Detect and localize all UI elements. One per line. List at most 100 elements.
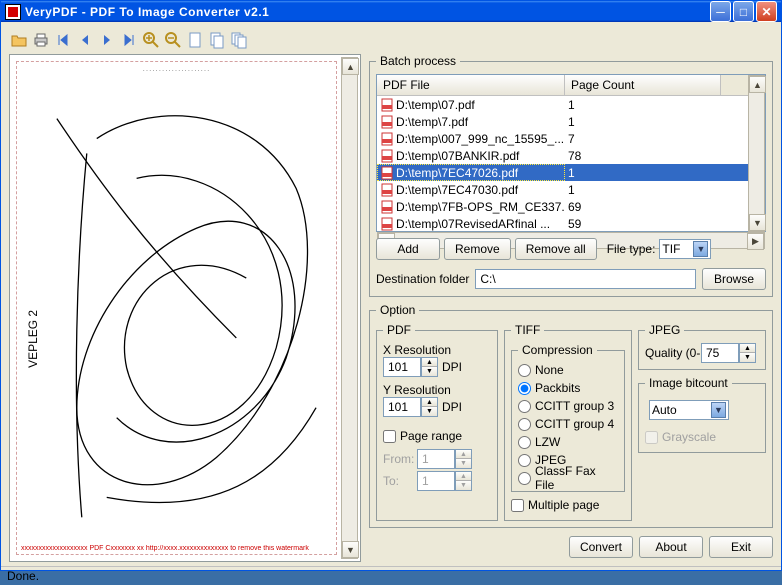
jpeg-fieldset: JPEG Quality (0-100) ▲▼ — [638, 323, 766, 370]
page-range-check[interactable]: Page range — [383, 427, 491, 445]
next-page-icon[interactable] — [97, 30, 117, 50]
main-row: ..................... VEPLEG 2 — [9, 54, 773, 562]
right-pane: Batch process PDF File Page Count D:\tem… — [369, 54, 773, 562]
preview-wrap: ..................... VEPLEG 2 — [9, 54, 361, 562]
compression-legend: Compression — [518, 343, 597, 357]
last-page-icon[interactable] — [119, 30, 139, 50]
scroll-down-icon[interactable]: ▼ — [749, 214, 766, 231]
minimize-button[interactable]: ─ — [710, 1, 731, 22]
dest-folder-input[interactable] — [475, 269, 696, 289]
svg-text:VEPLEG 2: VEPLEG 2 — [26, 310, 40, 368]
copy-page-icon[interactable] — [207, 30, 227, 50]
zoom-in-icon[interactable] — [141, 30, 161, 50]
xres-spinner[interactable]: ▲▼ — [421, 357, 438, 377]
file-type-label: File type: — [607, 242, 656, 256]
table-row[interactable]: D:\temp\7FB-OPS_RM_CE337.pdf69 — [377, 198, 748, 215]
xres-input[interactable] — [383, 357, 421, 377]
table-row[interactable]: D:\temp\7.pdf1 — [377, 113, 748, 130]
file-type-select[interactable]: TIF ▼ — [659, 239, 711, 259]
maximize-button[interactable]: □ — [733, 1, 754, 22]
bitcount-select[interactable]: Auto ▼ — [649, 400, 729, 420]
zoom-out-icon[interactable] — [163, 30, 183, 50]
status-text: Done. — [7, 569, 39, 583]
preview-scribble: VEPLEG 2 — [17, 62, 336, 554]
quality-spinner[interactable]: ▲▼ — [739, 343, 756, 363]
pdf-legend: PDF — [383, 323, 415, 337]
col-pdf-file[interactable]: PDF File — [377, 75, 565, 95]
print-icon[interactable] — [31, 30, 51, 50]
grayscale-check: Grayscale — [645, 428, 759, 446]
from-label: From: — [383, 452, 417, 466]
scroll-up-icon[interactable]: ▲ — [749, 76, 766, 93]
quality-spin: ▲▼ — [701, 343, 756, 363]
file-list-body[interactable]: D:\temp\07.pdf1D:\temp\7.pdf1D:\temp\007… — [377, 96, 748, 232]
table-row[interactable]: D:\temp\07RevisedARfinal ...59 — [377, 215, 748, 232]
col-page-count[interactable]: Page Count — [565, 75, 721, 95]
close-button[interactable]: ✕ — [756, 1, 777, 22]
browse-button[interactable]: Browse — [702, 268, 766, 290]
pdf-fieldset: PDF X Resolution ▲▼ DPI Y Resolution ▲▼ — [376, 323, 498, 521]
xres-spin: ▲▼ DPI — [383, 357, 491, 377]
window-title: VeryPDF - PDF To Image Converter v2.1 — [25, 5, 708, 19]
new-page-icon[interactable] — [185, 30, 205, 50]
multipage-check[interactable]: Multiple page — [511, 496, 625, 514]
quality-input[interactable] — [701, 343, 739, 363]
option-fieldset: Option PDF X Resolution ▲▼ DPI Y Resolut… — [369, 303, 773, 528]
filelist-vscroll[interactable]: ▲ ▼ — [748, 75, 765, 232]
open-icon[interactable] — [9, 30, 29, 50]
remove-all-button[interactable]: Remove all — [515, 238, 597, 260]
table-row[interactable]: D:\temp\7EC47030.pdf1 — [377, 181, 748, 198]
compression-radio[interactable]: Packbits — [518, 379, 618, 397]
table-row[interactable]: D:\temp\07.pdf1 — [377, 96, 748, 113]
to-input — [417, 471, 455, 491]
yres-spinner[interactable]: ▲▼ — [421, 397, 438, 417]
toolbar — [9, 26, 773, 54]
prev-page-icon[interactable] — [75, 30, 95, 50]
client-area: ..................... VEPLEG 2 — [1, 22, 781, 566]
about-button[interactable]: About — [639, 536, 703, 558]
tiff-legend: TIFF — [511, 323, 544, 337]
compression-radio[interactable]: CCITT group 3 — [518, 397, 618, 415]
from-spinner: ▲▼ — [455, 449, 472, 469]
bitcount-fieldset: Image bitcount Auto ▼ Grayscale — [638, 376, 766, 453]
scroll-up-icon[interactable]: ▲ — [342, 58, 359, 75]
file-list[interactable]: PDF File Page Count D:\temp\07.pdf1D:\te… — [376, 74, 766, 232]
option-row: PDF X Resolution ▲▼ DPI Y Resolution ▲▼ — [376, 323, 766, 521]
batch-fieldset: Batch process PDF File Page Count D:\tem… — [369, 54, 773, 297]
compression-radio[interactable]: CCITT group 4 — [518, 415, 618, 433]
compression-radio[interactable]: LZW — [518, 433, 618, 451]
to-spinner: ▲▼ — [455, 471, 472, 491]
batch-legend: Batch process — [376, 54, 460, 68]
first-page-icon[interactable] — [53, 30, 73, 50]
jpeg-legend: JPEG — [645, 323, 684, 337]
scroll-right-icon[interactable]: ▶ — [747, 233, 764, 250]
right-option-col: JPEG Quality (0-100) ▲▼ — [638, 323, 766, 521]
preview-vscroll[interactable]: ▲ ▼ — [341, 57, 358, 559]
tiff-fieldset: TIFF Compression NonePackbitsCCITT group… — [504, 323, 632, 521]
table-row[interactable]: D:\temp\07BANKIR.pdf78 — [377, 147, 748, 164]
from-row: From: ▲▼ — [383, 449, 491, 469]
add-button[interactable]: Add — [376, 238, 440, 260]
xres-label: X Resolution — [383, 343, 491, 357]
table-row[interactable]: D:\temp\7EC47026.pdf1 — [377, 164, 748, 181]
preview-area[interactable]: ..................... VEPLEG 2 — [16, 61, 337, 555]
table-row[interactable]: D:\temp\007_999_nc_15595_...7 — [377, 130, 748, 147]
scroll-down-icon[interactable]: ▼ — [342, 541, 359, 558]
compression-radio[interactable]: None — [518, 361, 618, 379]
yres-label: Y Resolution — [383, 383, 491, 397]
bitcount-legend: Image bitcount — [645, 376, 732, 390]
compression-radio[interactable]: ClassF Fax File — [518, 469, 618, 487]
bottom-buttons: Convert About Exit — [369, 534, 773, 562]
page3-icon[interactable] — [229, 30, 249, 50]
convert-button[interactable]: Convert — [569, 536, 633, 558]
remove-button[interactable]: Remove — [444, 238, 511, 260]
preview-watermark: xxxxxxxxxxxxxxxxxxx PDF Cxxxxxxx xx http… — [21, 545, 332, 552]
yres-input[interactable] — [383, 397, 421, 417]
dpi-label2: DPI — [442, 400, 462, 414]
file-list-header[interactable]: PDF File Page Count — [377, 75, 748, 96]
titlebar[interactable]: VeryPDF - PDF To Image Converter v2.1 ─ … — [1, 1, 781, 22]
to-row: To: ▲▼ — [383, 471, 491, 491]
yres-spin: ▲▼ DPI — [383, 397, 491, 417]
exit-button[interactable]: Exit — [709, 536, 773, 558]
from-input — [417, 449, 455, 469]
